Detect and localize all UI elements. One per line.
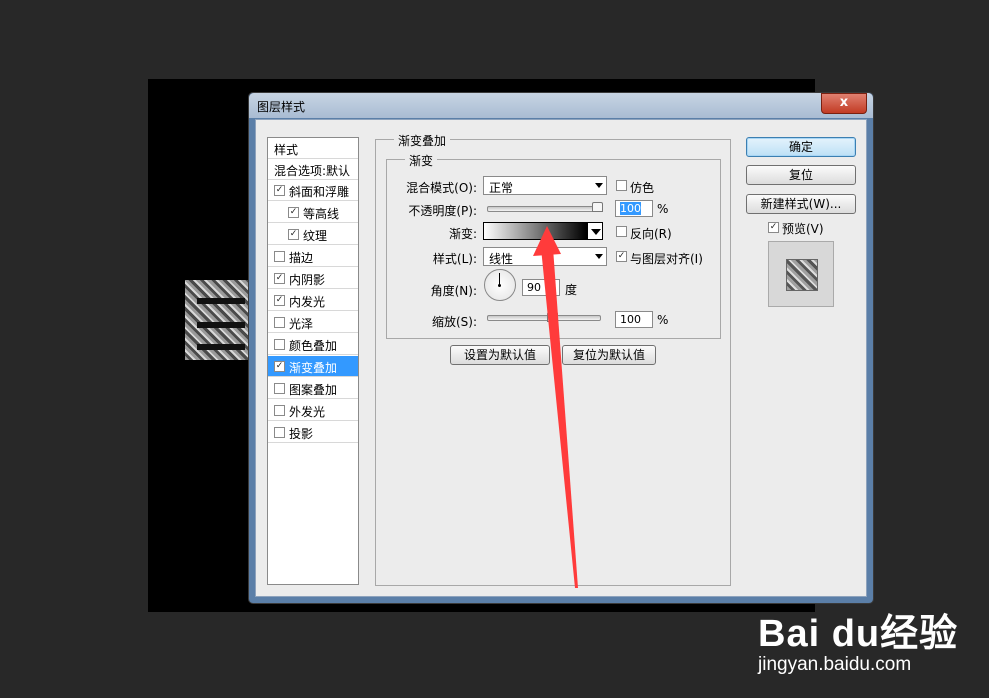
watermark-url: jingyan.baidu.com: [758, 654, 912, 675]
baidu-jingyan-watermark: Bai du经验 jingyan.baidu.com: [758, 594, 978, 694]
watermark-brand: Bai du经验: [758, 613, 959, 655]
